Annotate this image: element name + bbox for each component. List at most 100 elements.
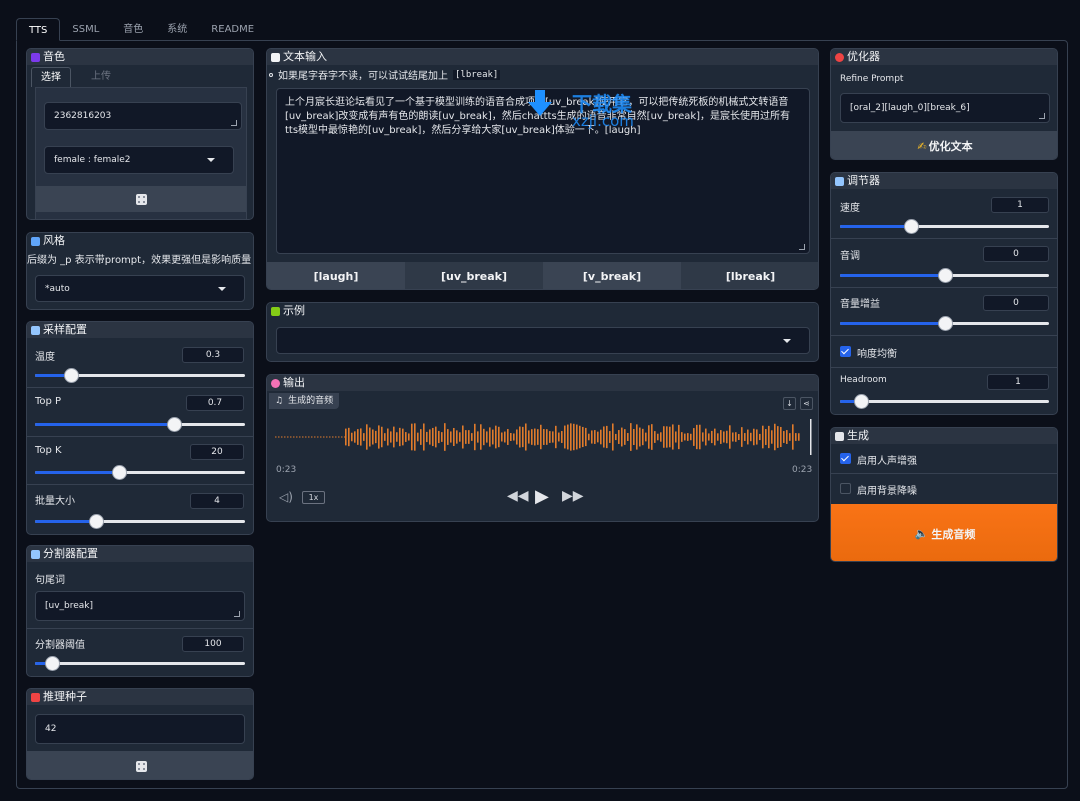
speaker-id-input[interactable]: 2362816203: [44, 102, 242, 130]
slider-thumb[interactable]: [44, 656, 60, 671]
waveform-bar: [477, 431, 479, 443]
waveform-bar: [678, 424, 680, 450]
share-icon[interactable]: ⋖: [800, 397, 813, 410]
temperature-input[interactable]: 0.3: [182, 347, 244, 363]
headroom-slider[interactable]: [840, 394, 1049, 409]
batch-size-input[interactable]: 4: [190, 493, 244, 509]
threshold-slider[interactable]: [35, 656, 245, 671]
random-voice-button[interactable]: [36, 186, 246, 212]
play-icon[interactable]: ▶: [535, 486, 549, 507]
playback-speed-button[interactable]: 1x: [302, 491, 325, 504]
slider-thumb[interactable]: [166, 417, 182, 432]
style-dropdown[interactable]: *auto: [35, 275, 245, 302]
waveform-bar: [765, 429, 767, 445]
waveform-bar: [762, 425, 764, 449]
enhance-row[interactable]: 启用人声增强: [831, 446, 1057, 470]
denoise-row[interactable]: 启用背景降噪: [831, 476, 1057, 500]
pitch-input[interactable]: 0: [983, 246, 1049, 262]
waveform-bar: [501, 432, 503, 442]
tab-readme[interactable]: README: [199, 18, 266, 41]
denoise-checkbox[interactable]: [840, 483, 851, 494]
audio-waveform[interactable]: [275, 419, 813, 455]
splitter-panel: 分割器配置 句尾词 [uv_break] 分割器阈值 100: [26, 545, 254, 677]
eos-value: [uv_break]: [45, 601, 94, 611]
waveform-bar: [453, 427, 455, 447]
seed-input[interactable]: 42: [35, 714, 245, 744]
resize-handle-icon[interactable]: [234, 611, 240, 617]
waveform-bar: [495, 425, 497, 449]
tab-tts[interactable]: TTS: [16, 18, 61, 41]
pitch-slider[interactable]: [840, 268, 1049, 283]
resize-handle-icon[interactable]: [231, 120, 237, 126]
resize-handle-icon[interactable]: [799, 244, 805, 250]
slider-thumb[interactable]: [853, 394, 869, 409]
waveform-bar: [669, 426, 671, 448]
waveform-bar: [561, 431, 563, 443]
slider-thumb[interactable]: [63, 368, 79, 383]
enhance-checkbox[interactable]: [840, 453, 851, 464]
temperature-slider[interactable]: [35, 368, 245, 383]
waveform-bar: [756, 429, 758, 445]
tab-system[interactable]: 系统: [155, 18, 199, 41]
insert-laugh-button[interactable]: [laugh]: [267, 262, 405, 289]
pitch-label: 音调: [840, 251, 860, 262]
top-k-slider[interactable]: [35, 465, 245, 480]
insert-uv-break-button[interactable]: [uv_break]: [405, 262, 543, 289]
eos-input[interactable]: [uv_break]: [35, 591, 245, 621]
waveform-bar: [552, 431, 554, 443]
top-k-input[interactable]: 20: [190, 444, 244, 460]
waveform-bar: [774, 423, 776, 451]
waveform-bar: [326, 436, 328, 438]
headroom-input[interactable]: 1: [987, 374, 1049, 390]
splitter-panel-title: 分割器配置: [43, 547, 98, 560]
slider-thumb[interactable]: [937, 268, 953, 283]
waveform-bar: [732, 432, 734, 442]
speaker-id-value: 2362816203: [54, 111, 112, 121]
examples-header: 示例: [267, 303, 818, 319]
waveform-bar: [471, 433, 473, 441]
threshold-input[interactable]: 100: [182, 636, 244, 652]
fast-forward-icon[interactable]: ▶▶: [562, 488, 584, 504]
tab-ssml[interactable]: SSML: [60, 18, 111, 41]
waveform-bar: [396, 432, 398, 442]
waveform-bar: [657, 433, 659, 441]
waveform-bar: [444, 423, 446, 451]
slider-thumb[interactable]: [937, 316, 953, 331]
waveform-bar: [411, 423, 413, 451]
subtab-select[interactable]: 选择: [31, 67, 71, 87]
tab-voice[interactable]: 音色: [111, 18, 155, 41]
waveform-bar: [717, 433, 719, 441]
insert-lbreak-button[interactable]: [lbreak]: [681, 262, 818, 289]
chevron-down-icon: [783, 338, 791, 343]
waveform-bar: [588, 433, 590, 441]
waveform-bar: [423, 423, 425, 451]
slider-thumb[interactable]: [88, 514, 104, 529]
slider-thumb[interactable]: [904, 219, 920, 234]
volume-gain-input[interactable]: 0: [983, 295, 1049, 311]
subtab-upload[interactable]: 上传: [83, 67, 119, 87]
optimize-text-button[interactable]: ✍ 优化文本: [831, 131, 1057, 159]
download-icon[interactable]: ↓: [783, 397, 796, 410]
volume-gain-slider[interactable]: [840, 316, 1049, 331]
random-seed-button[interactable]: [27, 751, 253, 779]
waveform-bar: [284, 436, 286, 438]
volume-icon[interactable]: ◁): [279, 490, 293, 504]
rewind-icon[interactable]: ◀◀: [507, 488, 529, 504]
tts-text-area[interactable]: 上个月宸长逛论坛看见了一个基于模型训练的语音合成项目[uv_break]使用它，…: [276, 88, 810, 254]
loudness-row[interactable]: 响度均衡: [831, 336, 1057, 366]
generate-audio-button[interactable]: 🔈 生成音频: [831, 504, 1057, 561]
top-p-slider[interactable]: [35, 417, 245, 432]
top-p-input[interactable]: 0.7: [186, 395, 244, 411]
insert-v-break-button[interactable]: [v_break]: [543, 262, 681, 289]
speed-input[interactable]: 1: [991, 197, 1049, 213]
loudness-checkbox[interactable]: [840, 346, 851, 357]
batch-size-slider[interactable]: [35, 514, 245, 529]
refine-prompt-input[interactable]: [oral_2][laugh_0][break_6]: [840, 93, 1050, 123]
waveform-bar: [666, 426, 668, 448]
examples-dropdown[interactable]: [276, 327, 810, 354]
slider-thumb[interactable]: [112, 465, 127, 480]
settings-icon: [31, 549, 40, 559]
voice-preset-dropdown[interactable]: female : female2: [44, 146, 234, 174]
speed-slider[interactable]: [840, 219, 1049, 234]
resize-handle-icon[interactable]: [1039, 113, 1045, 119]
